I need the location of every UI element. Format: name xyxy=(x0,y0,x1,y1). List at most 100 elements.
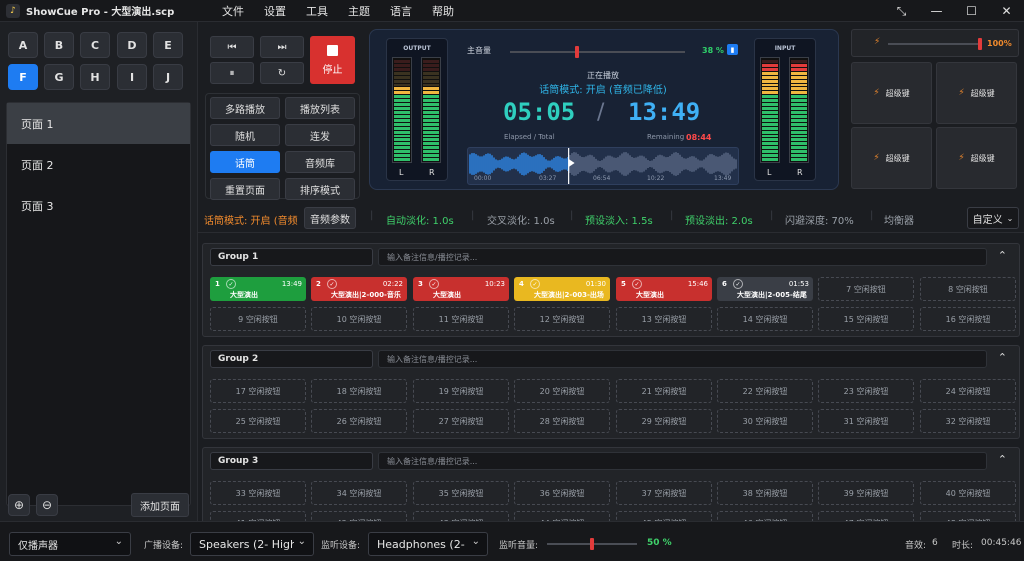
group-name-field[interactable]: Group 2 xyxy=(210,350,373,368)
cue-button-38[interactable]: 38 空闲按钮 xyxy=(717,481,813,505)
replay-icon[interactable]: ↻ xyxy=(260,62,304,84)
menu-language[interactable]: 语言 xyxy=(380,3,422,19)
previous-track-icon[interactable]: ⏮ xyxy=(210,36,254,58)
audio-library-button[interactable]: 音频库 xyxy=(285,151,355,173)
preset-fade-out[interactable]: 预设淡出: 2.0s xyxy=(685,212,753,227)
super-key-1[interactable]: ⚡ 超级键 xyxy=(851,62,932,124)
letter-button-g[interactable]: G xyxy=(44,64,74,90)
cue-button-4[interactable]: 4 ✓ 01:30 大型演出|2-003-出场 xyxy=(514,277,610,301)
menu-settings[interactable]: 设置 xyxy=(254,3,296,19)
stop-button[interactable]: 停止 xyxy=(310,36,355,84)
burst-button[interactable]: 连发 xyxy=(285,124,355,146)
group-note-field[interactable]: 输入备注信息/播控记录... xyxy=(378,248,987,266)
cue-button-39[interactable]: 39 空闲按钮 xyxy=(818,481,914,505)
cue-button-11[interactable]: 11 空闲按钮 xyxy=(413,307,509,331)
super-key-2[interactable]: ⚡ 超级键 xyxy=(936,62,1017,124)
cue-button-15[interactable]: 15 空闲按钮 xyxy=(818,307,914,331)
cue-button-17[interactable]: 17 空闲按钮 xyxy=(210,379,306,403)
cue-button-9[interactable]: 9 空闲按钮 xyxy=(210,307,306,331)
super-level-thumb[interactable] xyxy=(978,38,982,50)
cue-button-1[interactable]: 1 ✓ 13:49 大型演出 xyxy=(210,277,306,301)
letter-button-e[interactable]: E xyxy=(153,32,183,58)
cue-button-34[interactable]: 34 空闲按钮 xyxy=(311,481,407,505)
letter-button-a[interactable]: A xyxy=(8,32,38,58)
monitor-volume-slider[interactable] xyxy=(547,538,637,550)
zoom-out-icon[interactable]: ⊖ xyxy=(36,494,58,516)
page-item-1[interactable]: 页面 1 xyxy=(7,103,190,144)
master-volume-slider[interactable] xyxy=(510,46,685,58)
random-button[interactable]: 随机 xyxy=(210,124,280,146)
waveform[interactable]: 00:00 03:27 06:54 10:22 13:49 xyxy=(467,147,739,185)
letter-button-h[interactable]: H xyxy=(80,64,110,90)
cue-button-37[interactable]: 37 空闲按钮 xyxy=(616,481,712,505)
add-page-button[interactable]: 添加页面 xyxy=(131,493,189,517)
menu-tools[interactable]: 工具 xyxy=(296,3,338,19)
letter-button-d[interactable]: D xyxy=(117,32,147,58)
output-mode-select[interactable]: 仅播声器 ⌄ xyxy=(9,532,131,556)
fullscreen-icon[interactable]: ⤡ xyxy=(884,0,919,22)
cue-button-24[interactable]: 24 空闲按钮 xyxy=(920,379,1016,403)
reset-page-button[interactable]: 重置页面 xyxy=(210,178,280,200)
letter-button-b[interactable]: B xyxy=(44,32,74,58)
auto-fade-setting[interactable]: 自动淡化: 1.0s xyxy=(386,212,454,227)
cue-button-40[interactable]: 40 空闲按钮 xyxy=(920,481,1016,505)
cue-button-7[interactable]: 7 空闲按钮 xyxy=(818,277,914,301)
super-key-3[interactable]: ⚡ 超级键 xyxy=(851,127,932,189)
cue-button-25[interactable]: 25 空闲按钮 xyxy=(210,409,306,433)
cue-button-10[interactable]: 10 空闲按钮 xyxy=(311,307,407,331)
next-track-icon[interactable]: ⏭ xyxy=(260,36,304,58)
duck-depth-setting[interactable]: 闪避深度: 70% xyxy=(785,212,854,227)
cue-button-2[interactable]: 2 ✓ 02:22 大型演出|2-000-音乐 xyxy=(311,277,407,301)
chevron-up-icon[interactable]: ⌃ xyxy=(998,351,1007,364)
cue-button-14[interactable]: 14 空闲按钮 xyxy=(717,307,813,331)
multi-play-button[interactable]: 多路播放 xyxy=(210,97,280,119)
cue-button-20[interactable]: 20 空闲按钮 xyxy=(514,379,610,403)
minimize-icon[interactable]: — xyxy=(919,0,954,22)
playlist-button[interactable]: 播放列表 xyxy=(285,97,355,119)
audio-params-button[interactable]: 音频参数 xyxy=(304,207,356,229)
cue-button-22[interactable]: 22 空闲按钮 xyxy=(717,379,813,403)
page-item-2[interactable]: 页面 2 xyxy=(7,144,190,185)
cue-button-33[interactable]: 33 空闲按钮 xyxy=(210,481,306,505)
page-item-3[interactable]: 页面 3 xyxy=(7,185,190,226)
pause-icon[interactable]: ⏸ xyxy=(210,62,254,84)
cue-button-30[interactable]: 30 空闲按钮 xyxy=(717,409,813,433)
equalizer-button[interactable]: 均衡器 xyxy=(884,212,914,227)
group-note-field[interactable]: 输入备注信息/播控记录... xyxy=(378,452,987,470)
cue-button-18[interactable]: 18 空闲按钮 xyxy=(311,379,407,403)
monitor-volume-thumb[interactable] xyxy=(590,538,594,550)
group-name-field[interactable]: Group 3 xyxy=(210,452,373,470)
custom-dropdown[interactable]: 自定义 ⌄ xyxy=(967,207,1019,229)
cue-button-26[interactable]: 26 空闲按钮 xyxy=(311,409,407,433)
monitor-device-select[interactable]: Headphones (2- I ⌄ xyxy=(368,532,488,556)
cue-button-31[interactable]: 31 空闲按钮 xyxy=(818,409,914,433)
cue-button-3[interactable]: 3 ✓ 10:23 大型演出 xyxy=(413,277,509,301)
super-key-4[interactable]: ⚡ 超级键 xyxy=(936,127,1017,189)
letter-button-j[interactable]: J xyxy=(153,64,183,90)
group-note-field[interactable]: 输入备注信息/播控记录... xyxy=(378,350,987,368)
cross-fade-setting[interactable]: 交叉淡化: 1.0s xyxy=(487,212,555,227)
broadcast-device-select[interactable]: Speakers (2- High ⌄ xyxy=(190,532,314,556)
letter-button-i[interactable]: I xyxy=(117,64,147,90)
preset-fade-in[interactable]: 预设淡入: 1.5s xyxy=(585,212,653,227)
menu-file[interactable]: 文件 xyxy=(212,3,254,19)
master-volume-thumb[interactable] xyxy=(574,46,579,58)
cue-button-19[interactable]: 19 空闲按钮 xyxy=(413,379,509,403)
mic-button[interactable]: 话筒 xyxy=(210,151,280,173)
cue-button-28[interactable]: 28 空闲按钮 xyxy=(514,409,610,433)
cue-button-29[interactable]: 29 空闲按钮 xyxy=(616,409,712,433)
letter-button-c[interactable]: C xyxy=(80,32,110,58)
chevron-up-icon[interactable]: ⌃ xyxy=(998,249,1007,262)
level-chart-icon[interactable]: ▮ xyxy=(727,44,738,55)
maximize-icon[interactable]: ☐ xyxy=(954,0,989,22)
menu-theme[interactable]: 主题 xyxy=(338,3,380,19)
cue-button-12[interactable]: 12 空闲按钮 xyxy=(514,307,610,331)
super-level-slider[interactable] xyxy=(888,38,982,50)
cue-button-13[interactable]: 13 空闲按钮 xyxy=(616,307,712,331)
cue-button-21[interactable]: 21 空闲按钮 xyxy=(616,379,712,403)
menu-help[interactable]: 帮助 xyxy=(422,3,464,19)
cue-button-16[interactable]: 16 空闲按钮 xyxy=(920,307,1016,331)
close-icon[interactable]: ✕ xyxy=(989,0,1024,22)
sort-mode-button[interactable]: 排序模式 xyxy=(285,178,355,200)
cue-button-36[interactable]: 36 空闲按钮 xyxy=(514,481,610,505)
